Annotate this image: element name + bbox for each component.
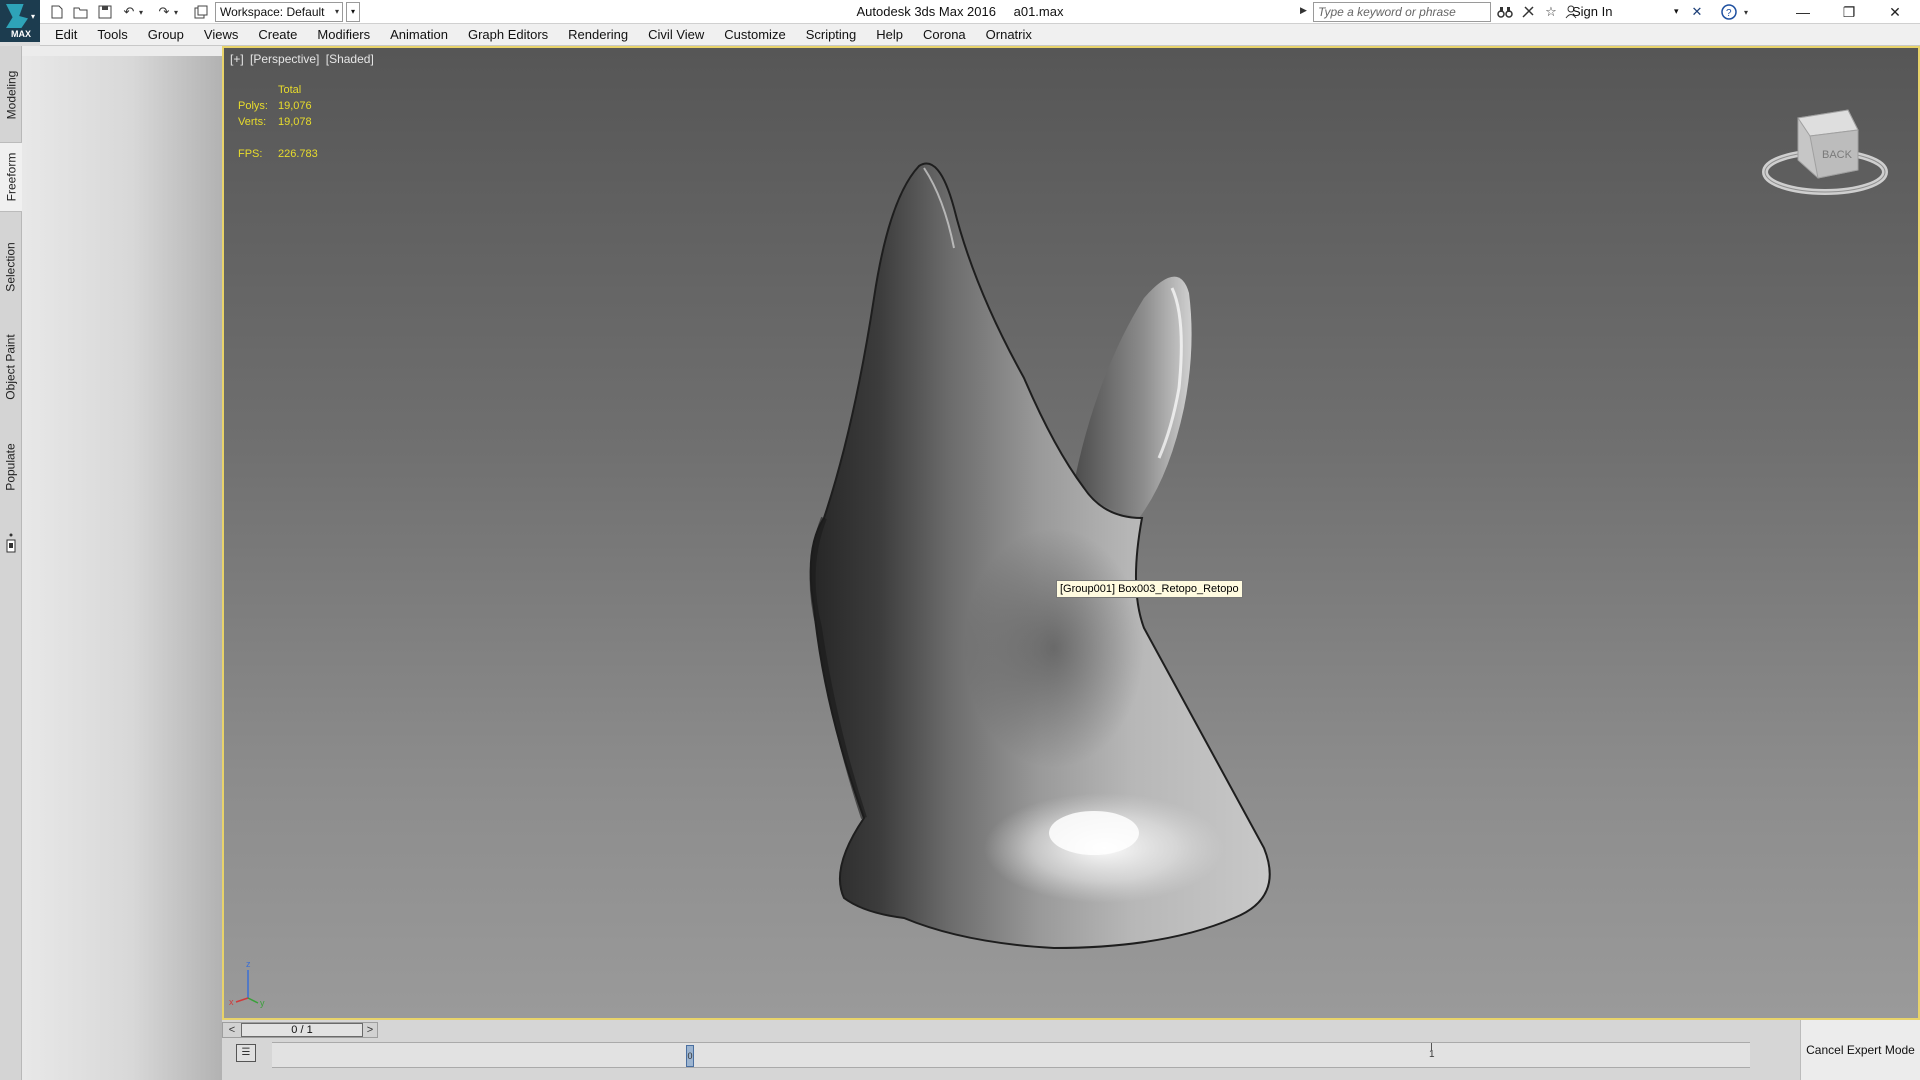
minimize-button[interactable]: —	[1780, 0, 1826, 24]
binoculars-icon[interactable]	[1496, 3, 1514, 21]
cancel-expert-mode-button[interactable]: Cancel Expert Mode	[1800, 1020, 1920, 1080]
chevron-down-icon: ▾	[334, 7, 339, 16]
stats-header: Total	[278, 84, 302, 96]
ribbon-toggle-icon[interactable]	[0, 528, 22, 558]
save-icon[interactable]	[96, 3, 114, 21]
tab-object-paint[interactable]: Object Paint	[0, 322, 22, 412]
perspective-viewport[interactable]: [+] [Perspective] [Shaded] Total Polys: 1…	[222, 46, 1920, 1020]
frame-tick-label: 1	[1429, 1043, 1435, 1060]
menu-modifiers[interactable]: Modifiers	[317, 27, 370, 42]
axis-z-label: z	[246, 959, 251, 969]
axis-y-label: y	[260, 998, 265, 1008]
tab-freeform[interactable]: Freeform	[0, 142, 22, 212]
restore-button[interactable]: ❐	[1826, 0, 1872, 24]
menu-help[interactable]: Help	[876, 27, 903, 42]
verts-label: Verts:	[238, 116, 267, 128]
curve-editor-icon[interactable]: ☰	[236, 1044, 256, 1062]
redo-dropdown-icon[interactable]: ▾	[171, 3, 181, 21]
chevron-down-icon[interactable]: ▾	[1674, 6, 1679, 17]
time-slider[interactable]: < 0 / 1 >	[222, 1022, 378, 1038]
viewport-label[interactable]: [+] [Perspective] [Shaded]	[230, 52, 377, 66]
tab-label: Populate	[4, 443, 18, 491]
axis-x-label: x	[229, 997, 234, 1007]
help-icon[interactable]: ?	[1720, 3, 1738, 21]
menu-edit[interactable]: Edit	[55, 27, 77, 42]
menu-ornatrix[interactable]: Ornatrix	[986, 27, 1032, 42]
search-input[interactable]: Type a keyword or phrase	[1313, 2, 1491, 22]
statistics-overlay: Total Polys: 19,076 Verts: 19,078 FPS: 226.…	[238, 82, 318, 162]
undo-dropdown-icon[interactable]: ▾	[136, 3, 146, 21]
fps-value: 226.783	[278, 148, 318, 160]
exchange-icon[interactable]: ✕	[1688, 3, 1706, 21]
tab-populate[interactable]: Populate	[0, 432, 22, 502]
svg-text:?: ?	[1726, 8, 1732, 19]
verts-value: 19,078	[278, 116, 312, 128]
workspace-dropdown[interactable]: Workspace: Default ▾	[215, 2, 343, 22]
3ds-max-logo-icon	[6, 4, 28, 28]
tab-label: Freeform	[4, 152, 18, 202]
object-tooltip: [Group001] Box003_Retopo_Retopo	[1056, 580, 1243, 598]
time-slider-thumb[interactable]: 0 / 1	[241, 1023, 363, 1037]
polys-value: 19,076	[278, 100, 312, 112]
menu-rendering[interactable]: Rendering	[568, 27, 628, 42]
help-dropdown-icon[interactable]: ▾	[1741, 3, 1751, 21]
menu-scripting[interactable]: Scripting	[806, 27, 857, 42]
menu-views[interactable]: Views	[204, 27, 238, 42]
new-file-icon[interactable]	[48, 3, 66, 21]
menu-group[interactable]: Group	[148, 27, 184, 42]
file-name: a01.max	[1013, 4, 1064, 19]
viewport-menu-plus[interactable]: [+]	[230, 52, 244, 66]
application-menu-button[interactable]: MAX ▾	[0, 0, 40, 42]
workspace-label: Workspace: Default	[220, 5, 325, 19]
search-expand-icon[interactable]: ▶	[1300, 5, 1307, 16]
ribbon-panel-header	[22, 46, 222, 56]
open-file-icon[interactable]	[72, 3, 90, 21]
connect-icon[interactable]	[1519, 3, 1537, 21]
star-icon[interactable]: ☆	[1542, 3, 1560, 21]
tab-label: Modeling	[4, 70, 19, 120]
menu-civil-view[interactable]: Civil View	[648, 27, 704, 42]
close-button[interactable]: ✕	[1872, 0, 1918, 24]
viewport-shading-mode[interactable]: [Shaded]	[326, 52, 374, 66]
app-title: Autodesk 3ds Max 2016	[856, 4, 996, 19]
menu-animation[interactable]: Animation	[390, 27, 448, 42]
tab-label: Object Paint	[4, 334, 18, 400]
menu-customize[interactable]: Customize	[724, 27, 785, 42]
axis-tripod: z x y	[229, 959, 265, 1008]
timeline-area: < 0 / 1 > ☰ 0 1	[222, 1020, 1800, 1080]
menu-create[interactable]: Create	[258, 27, 297, 42]
menu-bar: Edit Tools Group Views Create Modifiers …	[40, 24, 1920, 46]
fps-label: FPS:	[238, 148, 263, 160]
logo-text: MAX	[11, 29, 31, 39]
3ds-max-window: ↶ ▾ ↷ ▾ Workspace: Default ▾ ▾ Autodesk …	[0, 0, 1920, 1080]
track-bar[interactable]: 0 1	[272, 1042, 1750, 1068]
menu-graph-editors[interactable]: Graph Editors	[468, 27, 548, 42]
project-folder-icon[interactable]	[192, 3, 210, 21]
chevron-down-icon: ▾	[31, 12, 36, 21]
viewport-point-of-view[interactable]: [Perspective]	[250, 52, 319, 66]
polys-label: Polys:	[238, 100, 268, 112]
workspace-menu-button[interactable]: ▾	[346, 2, 360, 22]
previous-frame-button[interactable]: <	[223, 1023, 241, 1037]
title-bar: ↶ ▾ ↷ ▾ Workspace: Default ▾ ▾ Autodesk …	[0, 0, 1920, 24]
menu-tools[interactable]: Tools	[97, 27, 127, 42]
next-frame-button[interactable]: >	[363, 1023, 377, 1037]
tab-label: Selection	[4, 242, 18, 292]
ribbon-tab-strip: Modeling Freeform Selection Object Paint…	[0, 46, 22, 1080]
tab-modeling[interactable]: Modeling	[0, 60, 22, 130]
sign-in-link[interactable]: Sign In	[1572, 4, 1612, 19]
viewcube-face-label: BACK	[1822, 149, 1853, 161]
current-frame-marker[interactable]: 0	[686, 1045, 694, 1067]
menu-corona[interactable]: Corona	[923, 27, 966, 42]
tab-selection[interactable]: Selection	[0, 232, 22, 302]
ribbon-panel	[22, 56, 222, 1080]
shaded-model[interactable]	[224, 48, 1918, 1018]
viewcube[interactable]: BACK	[1760, 100, 1890, 200]
